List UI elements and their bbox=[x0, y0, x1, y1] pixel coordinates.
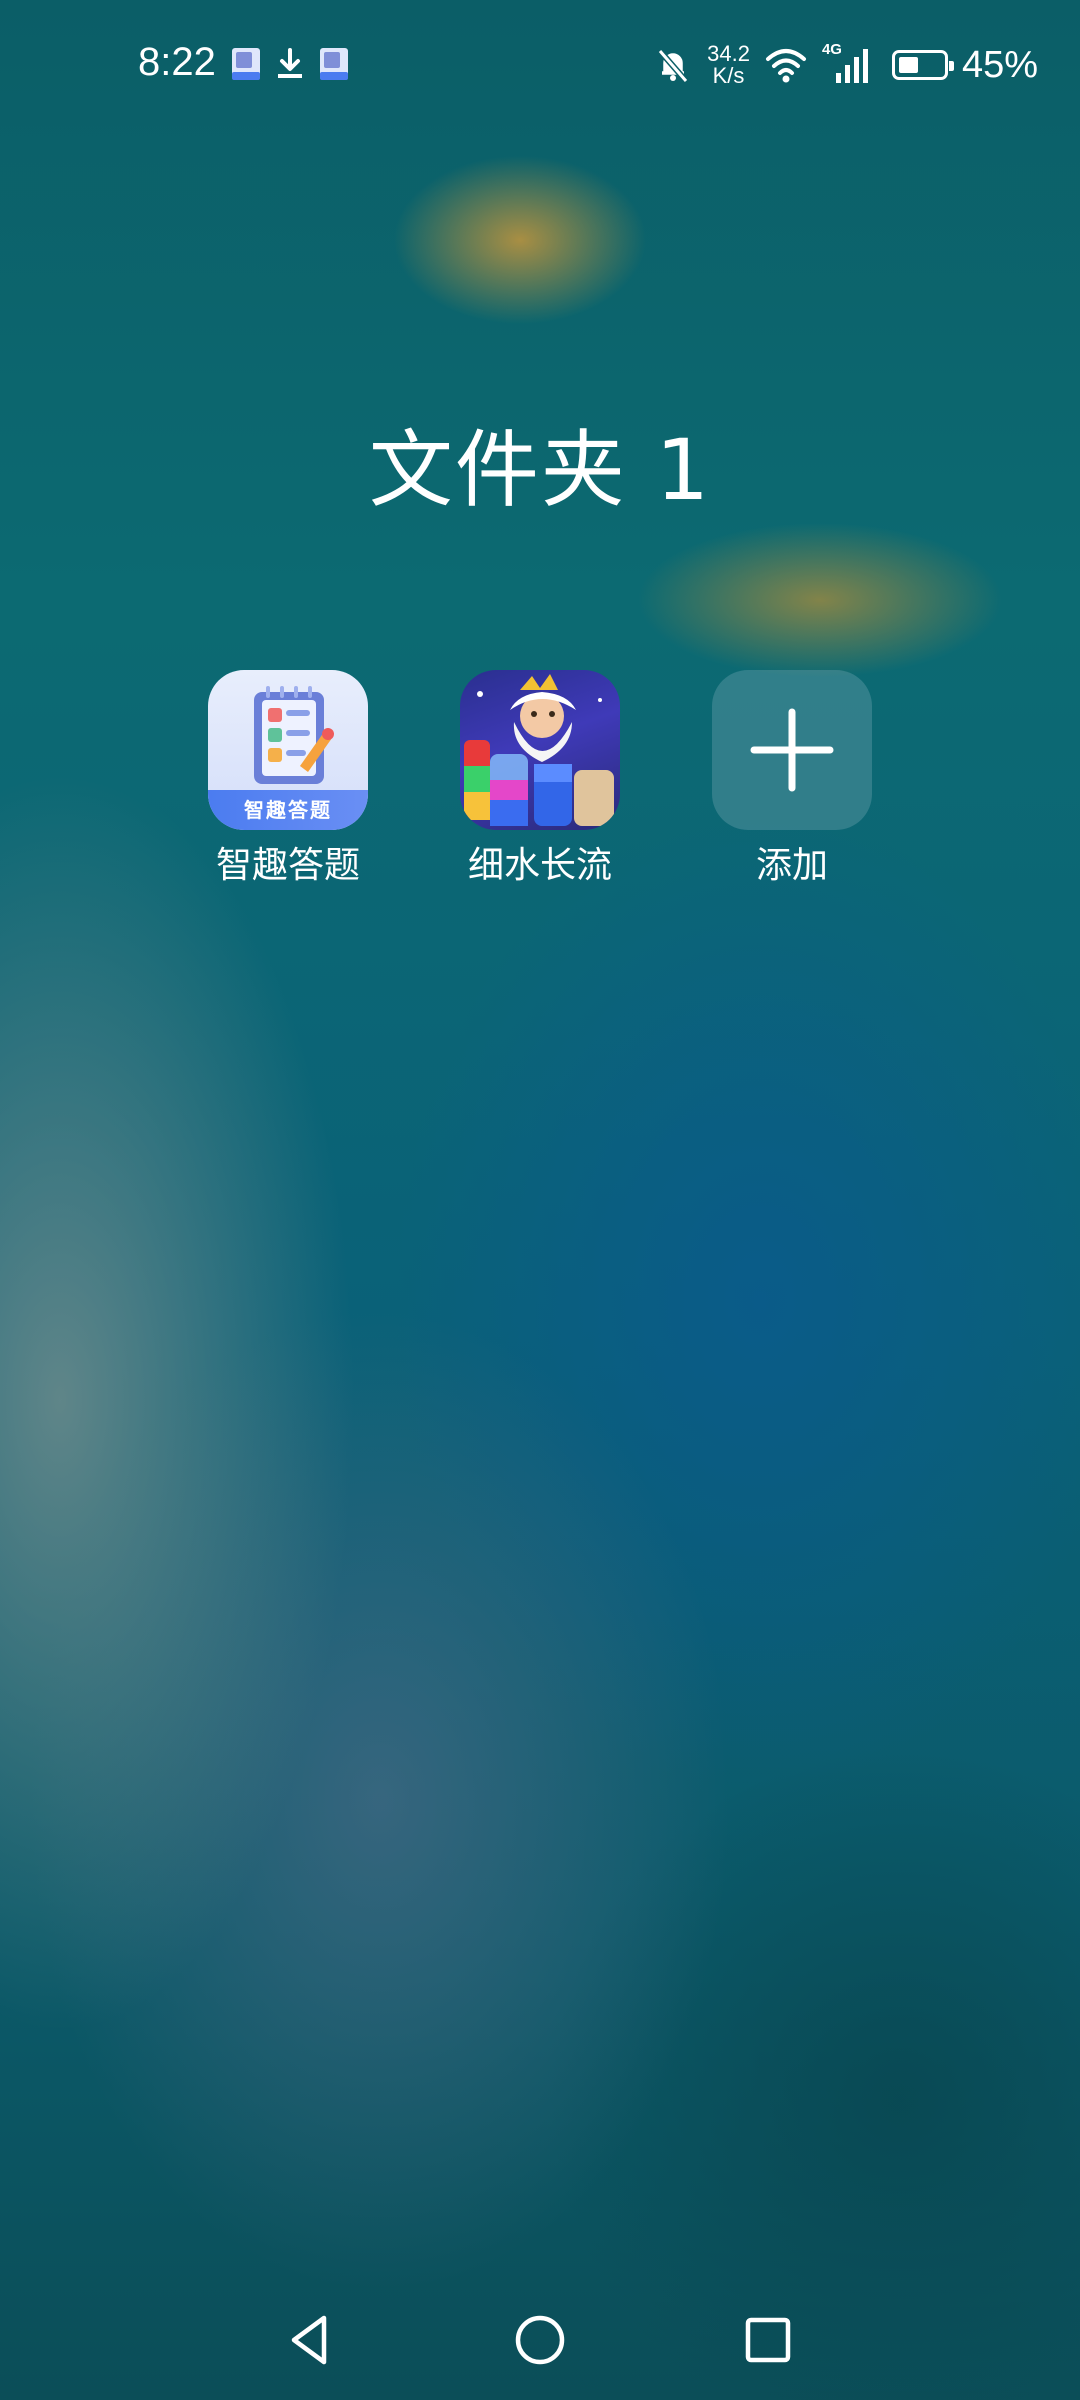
battery-percent: 45% bbox=[961, 43, 1038, 86]
navigation-bar bbox=[0, 2300, 1080, 2380]
wallpaper bbox=[0, 0, 1080, 2400]
quiz-notification-icon bbox=[232, 48, 260, 80]
battery-icon bbox=[891, 50, 954, 80]
quiz-app-icon[interactable]: 智趣答题 bbox=[208, 670, 368, 830]
battery-fill bbox=[898, 57, 918, 73]
folder-title[interactable]: 文件夹 1 bbox=[0, 420, 1080, 520]
status-right-group: 34.2 K/s 4G 45% bbox=[653, 40, 1038, 90]
network-speed-value: 34.2 bbox=[707, 41, 750, 66]
app-label-quiz: 智趣答题 bbox=[215, 845, 360, 886]
app-label-water-sort: 细水长流 bbox=[467, 845, 612, 886]
add-icon-tile[interactable] bbox=[712, 670, 872, 830]
home-circle-icon[interactable] bbox=[510, 2310, 570, 2370]
app-label-add: 添加 bbox=[755, 845, 828, 886]
network-type: 4G bbox=[821, 41, 842, 58]
status-bar: 8:22 34.2 K/s 4G 45% bbox=[0, 0, 1080, 130]
quiz-icon-text: 智趣答题 bbox=[208, 790, 368, 830]
app-water-sort[interactable]: 细水长流 bbox=[450, 670, 630, 888]
back-triangle-icon[interactable] bbox=[280, 2310, 340, 2370]
recents-square-icon[interactable] bbox=[738, 2310, 798, 2370]
network-speed-unit: K/s bbox=[712, 63, 745, 88]
cellular-signal: 4G bbox=[822, 41, 878, 85]
bell-muted-icon bbox=[657, 49, 689, 83]
download-icon bbox=[278, 48, 302, 78]
wifi-icon bbox=[765, 49, 806, 83]
app-quiz[interactable]: 智趣答题 智趣答题 bbox=[198, 670, 378, 888]
water-sort-game-icon[interactable] bbox=[460, 670, 620, 830]
plus-icon bbox=[750, 708, 834, 792]
home-screen: 8:22 34.2 K/s 4G 45% 文件夹 1 智趣答题 智趣答题 细水长… bbox=[0, 0, 1080, 2400]
status-time: 8:22 bbox=[138, 40, 216, 84]
network-speed: 34.2 K/s bbox=[707, 43, 750, 87]
quiz-notification-icon-2 bbox=[320, 48, 348, 80]
add-app-button[interactable]: 添加 bbox=[702, 670, 882, 888]
